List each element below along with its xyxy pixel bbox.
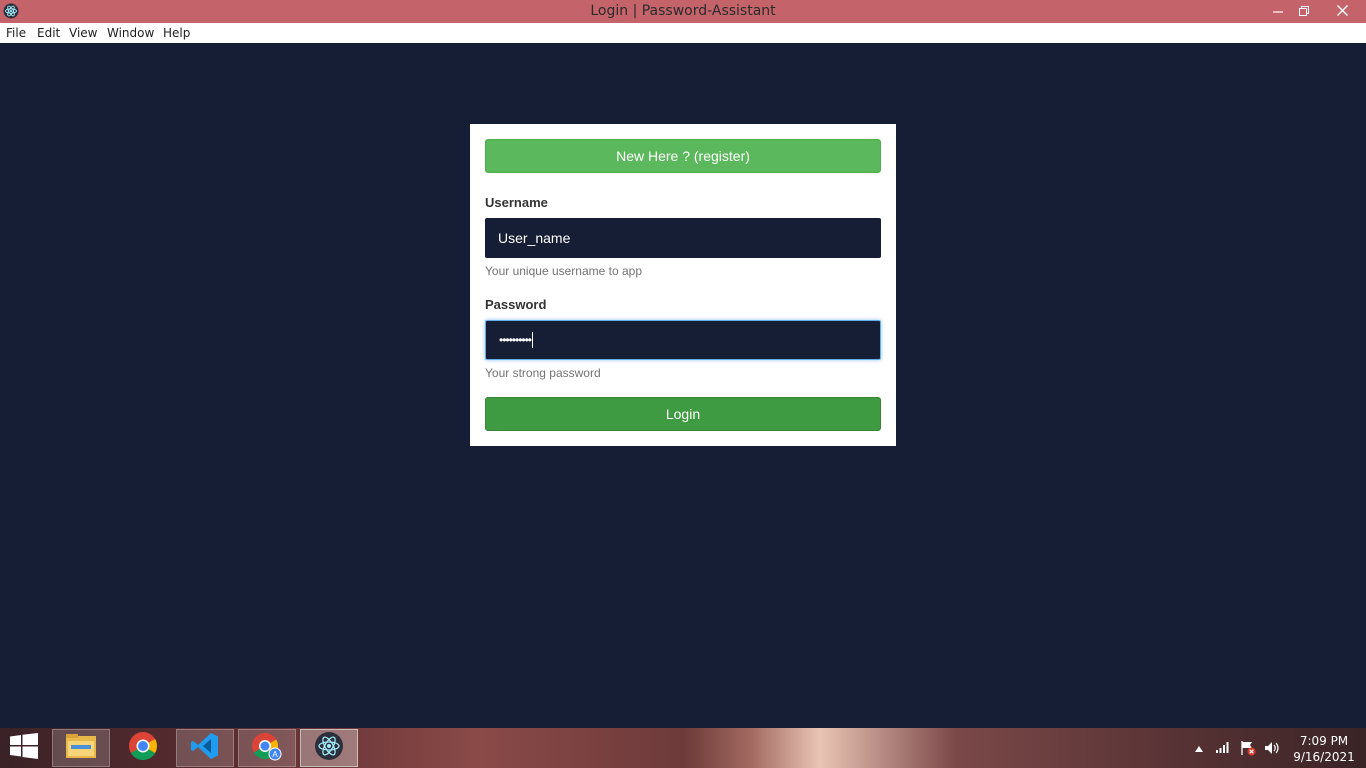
svg-text:A: A [272, 750, 278, 759]
password-input[interactable]: •••••••••• [485, 320, 881, 360]
restore-button[interactable] [1289, 0, 1319, 23]
username-input[interactable]: User_name [485, 218, 881, 258]
taskbar-clock[interactable]: 7:09 PM 9/16/2021 [1290, 733, 1358, 765]
taskbar-file-explorer[interactable] [52, 729, 110, 767]
minimize-icon [1273, 3, 1283, 21]
vscode-icon [190, 731, 220, 766]
close-icon [1336, 3, 1348, 21]
menu-view[interactable]: View [69, 26, 97, 40]
taskbar-vscode[interactable] [176, 729, 234, 767]
network-icon[interactable] [1215, 740, 1231, 757]
menu-bar: File Edit View Window Help [0, 23, 1366, 43]
volume-icon[interactable] [1264, 740, 1280, 759]
menu-edit[interactable]: Edit [37, 26, 60, 40]
electron-app-icon [314, 731, 344, 766]
clock-time: 7:09 PM [1299, 734, 1349, 748]
taskbar-chrome-apps[interactable]: A [238, 729, 296, 767]
username-value: User_name [498, 230, 571, 246]
window-title: Login | Password-Assistant [590, 3, 776, 19]
login-card: New Here ? (register) Username User_name… [470, 124, 896, 446]
clock-date: 9/16/2021 [1293, 750, 1355, 764]
start-button[interactable] [6, 732, 42, 764]
menu-help[interactable]: Help [163, 26, 190, 40]
title-bar: Login | Password-Assistant [0, 0, 1366, 23]
taskbar-chrome[interactable] [114, 729, 172, 767]
windows-logo-icon [10, 732, 38, 764]
taskbar-electron-app[interactable] [300, 729, 358, 767]
chrome-icon [128, 731, 158, 766]
password-help-text: Your strong password [485, 366, 601, 380]
password-value: •••••••••• [499, 333, 532, 347]
register-button[interactable]: New Here ? (register) [485, 139, 881, 173]
close-button[interactable] [1325, 0, 1359, 23]
action-center-icon[interactable] [1240, 740, 1256, 759]
login-button[interactable]: Login [485, 397, 881, 431]
text-caret [532, 332, 534, 348]
username-label: Username [485, 195, 548, 210]
menu-file[interactable]: File [6, 26, 26, 40]
chrome-apps-icon: A [251, 731, 283, 766]
restore-icon [1299, 3, 1309, 21]
username-help-text: Your unique username to app [485, 264, 643, 278]
password-label: Password [485, 297, 547, 312]
taskbar: A 7:09 PM 9/16/2021 [0, 728, 1366, 768]
show-hidden-icons-icon[interactable] [1194, 742, 1204, 756]
menu-window[interactable]: Window [107, 26, 154, 40]
file-explorer-icon [65, 732, 97, 765]
